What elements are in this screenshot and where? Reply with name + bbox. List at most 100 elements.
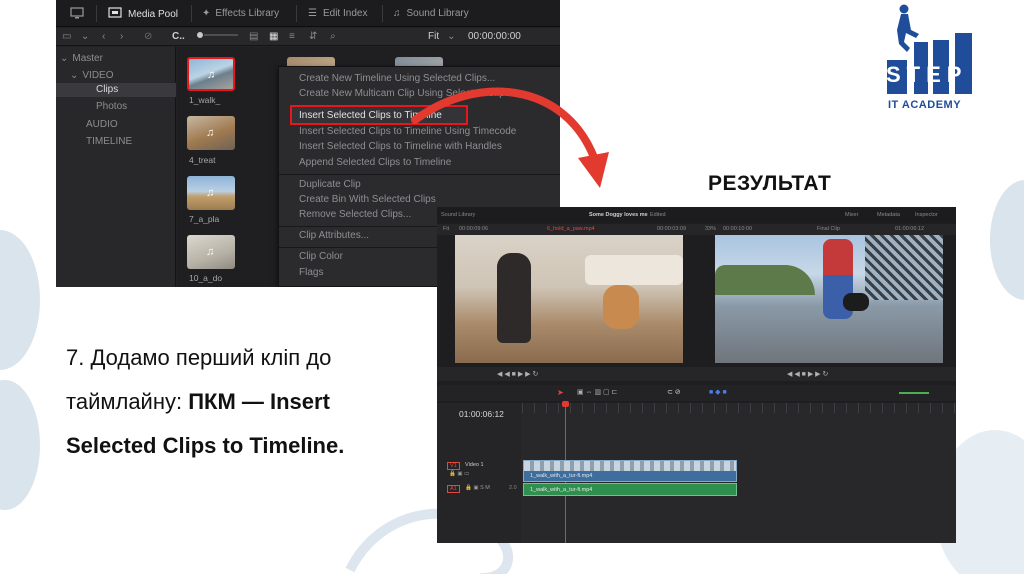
sound-library-tab[interactable]: ♫ Sound Library [393,7,469,21]
timeline-timecode-out: 01:00:06:12 [895,226,925,232]
playhead-marker[interactable] [562,401,569,407]
selection-tool-icon[interactable]: ➤ [557,388,564,397]
result-screenshot: Sound Library Some Doggy loves me Edited… [437,207,956,543]
chevron-down-icon: ⌄ [70,70,79,81]
chevron-down-icon[interactable]: ⌄ [81,30,89,44]
media-pool-secondary-bar: ▭ ⌄ ‹ › ⊘ C.. ▤ ▦ ≡ ⇵ ⌕ Fit ⌄ 00:00:00:00 [56,28,560,46]
timeline-viewer[interactable] [715,235,943,363]
sidebar-item-timeline[interactable]: TIMELINE [86,135,132,149]
timeline-zoom[interactable]: 33% [705,226,716,232]
clip-thumbnail[interactable]: ♫ [187,116,235,150]
video-clip-filmstrip [524,461,736,471]
flag-icons[interactable]: ■ ◆ ■ [709,388,727,396]
effects-library-tab[interactable]: ✦ Effects Library [202,7,279,21]
search-icon[interactable]: ⌕ [330,30,336,44]
timeline-timecode: 01:00:06:12 [459,409,504,419]
zoom-fit-dropdown[interactable]: Fit ⌄ [428,30,456,44]
thumbnail-view-icon[interactable]: ▦ [269,30,278,44]
viewer-header-bar: Fit 00:00:09:06 6_hold_a_paw.mp4 00:00:0… [437,224,956,235]
zoom-fit-label: Fit [428,31,440,42]
viewer-trees [715,265,815,295]
video-clip[interactable]: 1_walk_with_a_tur-fi.mp4 [523,460,737,482]
list-view-icon[interactable]: ≡ [289,30,295,44]
thumbnail-size-slider[interactable] [196,30,240,44]
audio-note-icon: ♫ [207,69,216,81]
viewer-dog [603,285,639,329]
logo-step-text: STEP [886,62,968,87]
timeline-timecode-in: 00:00:10:00 [723,226,753,232]
sound-library-tab[interactable]: Sound Library [441,212,475,218]
sidebar-item-clips[interactable]: Clips [56,83,176,97]
toolbar-separator [382,5,383,22]
sidebar-item-master[interactable]: ⌄ Master [60,52,176,66]
clip-thumbnail[interactable]: ♫ [187,57,235,91]
media-pool-tab[interactable]: Media Pool [108,7,178,21]
edit-tools-icons[interactable]: ▣ ⇔ ▥ ▢ ⊏ [577,388,618,396]
sidebar-item-video[interactable]: ⌄ VIDEO [70,69,176,83]
video-track-name: Video 1 [465,462,484,468]
zoom-slider[interactable] [899,392,929,394]
monitor-icon[interactable] [70,7,84,21]
source-transport-controls[interactable]: ◀ ◀ ■ ▶ ▶ ↻ [497,370,538,378]
instruction-line-1: 7. Додамо перший кліп до [66,345,332,370]
toolbar-separator [296,5,297,22]
viewer-tower [865,235,943,300]
list-icon: ☰ [308,8,317,19]
media-pool-sidebar: ⌄ Master ⌄ VIDEO Clips Photos AUDIO TIMELI… [56,47,176,287]
clip-label: 7_a_pla [189,214,220,224]
viewer-couch [585,255,683,285]
sidebar-item-label: Master [72,53,103,64]
menu-item-remove-clips[interactable]: Remove Selected Clips... [299,208,411,222]
chevron-down-icon: ⌄ [447,31,456,42]
sidebar-toggle-icon[interactable]: ▭ [62,30,71,44]
edit-index-label: Edit Index [322,8,368,19]
logo-academy-text: IT ACADEMY [888,99,962,111]
sidebar-item-label: VIDEO [82,70,114,81]
edit-toolbar: ➤ ▣ ⇔ ▥ ▢ ⊏ ⊂ ⊘ ■ ◆ ■ [437,385,956,401]
edit-index-tab[interactable]: ☰ Edit Index [308,7,367,21]
mixer-tab[interactable]: Mixer [845,212,858,218]
decor-blob-right [990,180,1024,300]
metadata-tab[interactable]: Metadata [877,212,900,218]
menu-item-clip-attributes[interactable]: Clip Attributes... [299,229,369,243]
audio-clip[interactable]: 1_walk_with_a_tur-fi.mp4 [523,483,737,496]
clip-thumbnail[interactable]: ♫ [187,235,235,269]
forward-arrow-icon[interactable]: › [120,30,123,44]
metadata-view-icon[interactable]: ▤ [249,30,258,44]
sort-icon[interactable]: ⇵ [309,30,317,44]
clip-thumbnail[interactable]: ♫ [187,176,235,210]
source-viewer[interactable] [455,235,683,363]
source-timecode-in: 00:00:09:06 [459,226,489,232]
audio-note-icon: ♫ [206,246,215,258]
menu-item-duplicate-clip[interactable]: Duplicate Clip [299,178,361,192]
clip-label: 10_a_do [189,273,223,283]
snapping-icons[interactable]: ⊂ ⊘ [667,388,681,396]
step-it-academy-logo: STEP IT ACADEMY [875,0,997,130]
menu-item-clip-color[interactable]: Clip Color [299,250,343,264]
audio-track-badge[interactable]: A1 [447,485,460,493]
instruction-line-2-normal: таймлайну: [66,389,189,414]
result-heading: РЕЗУЛЬТАТ [708,172,832,195]
sidebar-item-audio[interactable]: AUDIO [86,118,118,132]
back-arrow-icon[interactable]: ‹ [102,30,105,44]
link-icon[interactable]: ⊘ [144,30,152,44]
source-timecode: 00:00:00:00 [468,31,521,42]
timeline-transport-controls[interactable]: ◀ ◀ ■ ▶ ▶ ↻ [787,370,828,378]
project-status: Edited [650,212,666,218]
audio-track-controls[interactable]: 🔒 ▣ S M [465,485,490,491]
sidebar-item-photos[interactable]: Photos [96,100,127,114]
decor-blob-left [0,230,40,370]
menu-item-flags[interactable]: Flags [299,266,323,280]
toolbar-separator [96,5,97,22]
audio-note-icon: ♫ [206,187,215,199]
decor-blob-bottom-left [0,380,40,510]
video-track-controls[interactable]: 🔒 ▣ ▭ [449,471,469,477]
source-zoom[interactable]: Fit [443,226,449,232]
music-icon: ♫ [393,8,401,19]
toolbar-separator [191,5,192,22]
bin-name[interactable]: C.. [172,30,185,44]
inspector-tab[interactable]: Inspector [915,212,938,218]
instruction-line-3: Selected Clips to Timeline. [66,433,345,458]
transport-bar: ◀ ◀ ■ ▶ ▶ ↻ ◀ ◀ ■ ▶ ▶ ↻ [437,367,956,381]
video-track-badge[interactable]: V1 [447,462,460,470]
